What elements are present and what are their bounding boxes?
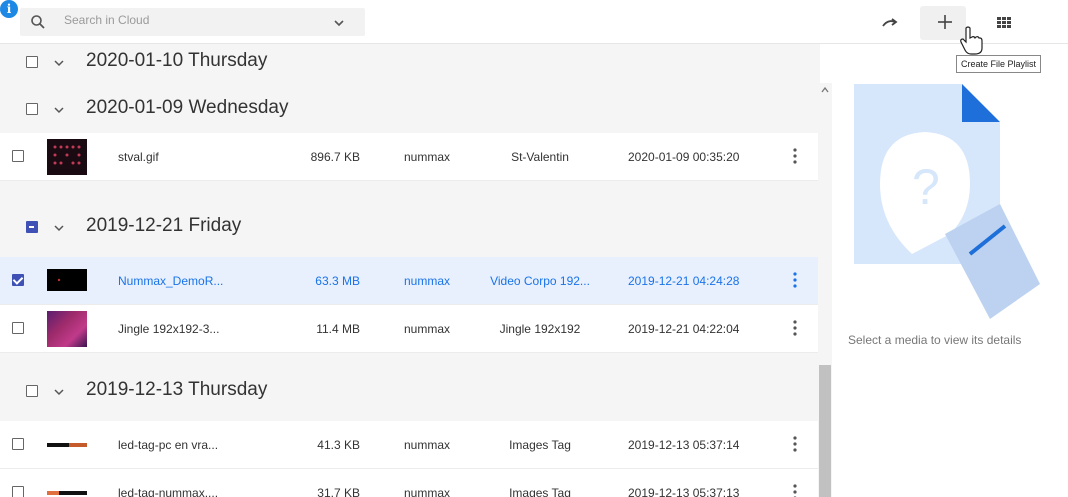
top-toolbar: Search in Cloud i <box>0 0 1068 44</box>
group-title: 2019-12-21 Friday <box>86 215 242 236</box>
file-size: 41.3 KB <box>317 438 360 452</box>
file-tag: Jingle 192x192 <box>499 322 581 336</box>
info-icon[interactable]: i <box>0 0 18 18</box>
file-tag: Video Corpo 192... <box>490 274 590 288</box>
file-date: 2020-01-09 00:35:20 <box>628 150 740 164</box>
file-tag: St-Valentin <box>511 150 569 164</box>
chevron-down-icon[interactable] <box>54 105 64 115</box>
file-thumbnail <box>47 475 87 497</box>
file-owner: nummax <box>404 438 451 452</box>
chevron-down-icon[interactable] <box>54 223 64 233</box>
file-name: Nummax_DemoR... <box>118 274 224 288</box>
hand-cursor-icon <box>960 26 983 55</box>
media-list: 2020-01-10 Thursday 2020-01-09 Wednesday… <box>0 44 820 497</box>
group-checkbox[interactable] <box>26 385 38 397</box>
search-input[interactable]: Search in Cloud <box>64 13 149 27</box>
more-vertical-icon[interactable] <box>792 435 798 453</box>
details-panel: ? Select a media to view its details <box>836 44 1068 497</box>
redo-icon[interactable] <box>880 12 900 32</box>
table-row[interactable]: led-tag-pc en vra... 41.3 KB nummax Imag… <box>0 421 820 469</box>
file-owner: nummax <box>404 150 451 164</box>
group-title: 2020-01-09 Wednesday <box>86 97 289 118</box>
empty-details-message: Select a media to view its details <box>848 333 1022 347</box>
vertical-scrollbar[interactable] <box>818 83 832 497</box>
date-group-header: 2020-01-09 Wednesday <box>0 91 820 131</box>
file-tag: Images Tag <box>509 486 571 497</box>
file-size: 11.4 MB <box>316 322 360 336</box>
row-checkbox[interactable] <box>12 150 24 162</box>
row-checkbox[interactable] <box>12 274 24 286</box>
svg-text:?: ? <box>912 159 940 215</box>
file-size: 31.7 KB <box>317 486 360 497</box>
file-owner: nummax <box>404 322 451 336</box>
file-thumbnail <box>47 139 87 175</box>
table-row[interactable]: led-tag-nummax.... 31.7 KB nummax Images… <box>0 469 820 497</box>
file-tag: Images Tag <box>509 438 571 452</box>
file-name: led-tag-nummax.... <box>118 486 219 497</box>
chevron-down-icon[interactable] <box>333 17 345 29</box>
file-name: Jingle 192x192-3... <box>118 322 220 336</box>
scrollbar-thumb[interactable] <box>819 365 831 497</box>
no-selection-illustration-icon: ? <box>854 84 1040 319</box>
grid-view-icon[interactable] <box>994 12 1014 32</box>
plus-icon[interactable] <box>935 12 955 32</box>
group-checkbox[interactable] <box>26 103 38 115</box>
search-bar[interactable]: Search in Cloud <box>20 8 365 36</box>
file-thumbnail <box>47 311 87 347</box>
file-date: 2019-12-21 04:24:28 <box>628 274 740 288</box>
file-owner: nummax <box>404 274 451 288</box>
group-checkbox[interactable] <box>26 221 38 233</box>
file-name: stval.gif <box>118 150 159 164</box>
file-thumbnail <box>47 269 87 291</box>
file-owner: nummax <box>404 486 451 497</box>
row-checkbox[interactable] <box>12 322 24 334</box>
chevron-down-icon[interactable] <box>54 387 64 397</box>
file-name: led-tag-pc en vra... <box>118 438 219 452</box>
group-title: 2020-01-10 Thursday <box>86 50 268 71</box>
search-icon <box>31 15 45 29</box>
more-vertical-icon[interactable] <box>792 271 798 289</box>
file-date: 2019-12-13 05:37:14 <box>628 438 740 452</box>
file-size: 896.7 KB <box>310 150 360 164</box>
table-row[interactable]: Nummax_DemoR... 63.3 MB nummax Video Cor… <box>0 257 820 305</box>
more-vertical-icon[interactable] <box>792 483 798 497</box>
file-date: 2019-12-21 04:22:04 <box>628 322 740 336</box>
row-checkbox[interactable] <box>12 438 24 450</box>
chevron-down-icon[interactable] <box>54 58 64 68</box>
group-checkbox[interactable] <box>26 56 38 68</box>
file-thumbnail <box>47 427 87 463</box>
group-title: 2019-12-13 Thursday <box>86 379 268 400</box>
more-vertical-icon[interactable] <box>792 319 798 337</box>
date-group-header: 2020-01-10 Thursday <box>0 44 820 84</box>
file-date: 2019-12-13 05:37:13 <box>628 486 740 497</box>
table-row[interactable]: stval.gif 896.7 KB nummax St-Valentin 20… <box>0 133 820 181</box>
file-size: 63.3 MB <box>315 274 360 288</box>
date-group-header: 2019-12-21 Friday <box>0 209 820 249</box>
tooltip: Create File Playlist <box>956 55 1042 73</box>
scroll-up-icon[interactable] <box>821 87 829 93</box>
more-vertical-icon[interactable] <box>792 147 798 165</box>
date-group-header: 2019-12-13 Thursday <box>0 373 820 413</box>
row-checkbox[interactable] <box>12 486 24 497</box>
table-row[interactable]: Jingle 192x192-3... 11.4 MB nummax Jingl… <box>0 305 820 353</box>
